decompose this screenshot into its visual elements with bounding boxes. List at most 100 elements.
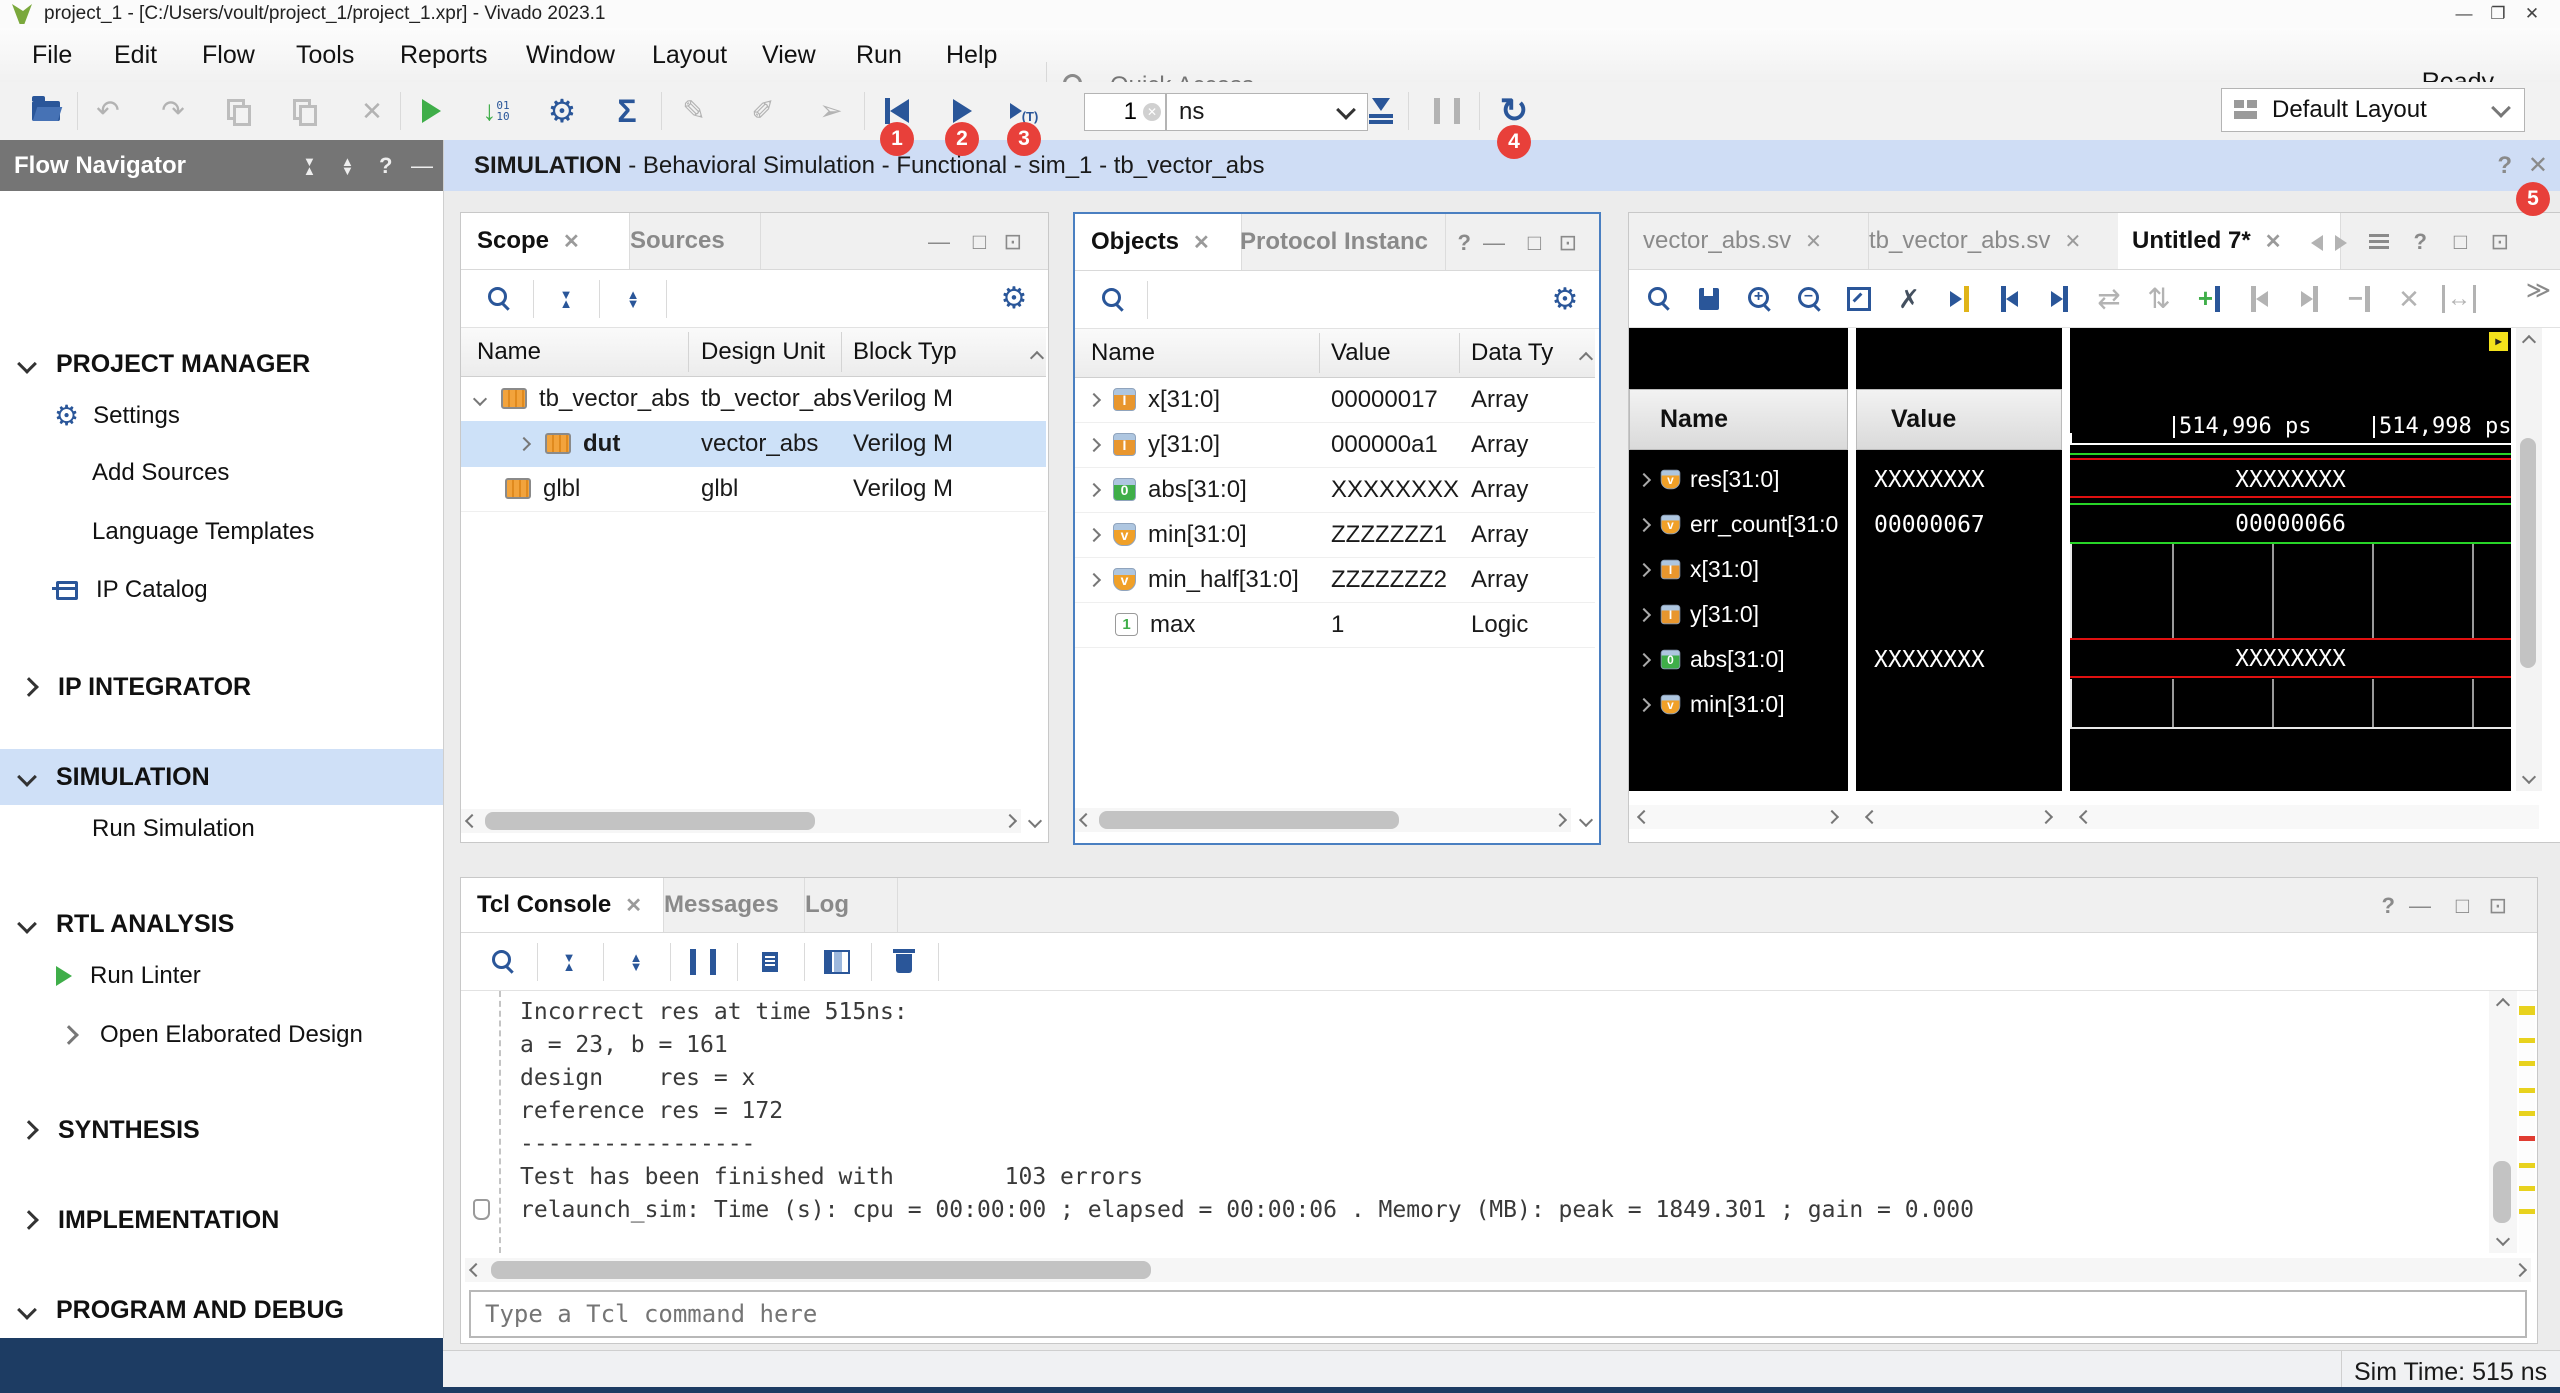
float-panel-icon[interactable]: ⊡: [1004, 229, 1022, 255]
close-icon[interactable]: ✕: [2265, 229, 2282, 254]
objects-row-abs[interactable]: 0 abs[31:0] XXXXXXXX Array: [1075, 467, 1595, 513]
scroll-right-icon[interactable]: [999, 809, 1021, 833]
wave-plot-area[interactable]: [2070, 328, 2511, 791]
open-project-icon[interactable]: [26, 82, 66, 139]
objects-hscrollbar[interactable]: [1075, 808, 1571, 832]
sidebar-section-implementation[interactable]: IMPLEMENTATION: [0, 1197, 443, 1243]
sidebar-item-open-elaborated-design[interactable]: Open Elaborated Design: [0, 1012, 443, 1058]
menu-view[interactable]: View: [752, 28, 826, 82]
zoom-in-icon[interactable]: [1739, 270, 1779, 327]
wave-signal-min[interactable]: v min[31:0]: [1629, 682, 1848, 727]
menu-help[interactable]: Help: [936, 28, 1007, 82]
chevron-right-icon[interactable]: [1087, 572, 1101, 586]
scroll-up-icon[interactable]: [1581, 343, 1591, 371]
wave-marker-flag-icon[interactable]: ▸: [2489, 332, 2508, 351]
chevron-right-icon[interactable]: [1637, 517, 1651, 531]
menu-window[interactable]: Window: [516, 28, 625, 82]
generate-bitstream-icon[interactable]: ↓ 0110: [476, 82, 516, 139]
tab-tcl-console[interactable]: Tcl Console✕: [461, 878, 664, 932]
clear-time-icon[interactable]: ✕: [1143, 103, 1161, 121]
window-restore-button[interactable]: ❐: [2481, 0, 2515, 28]
scroll-up-icon[interactable]: [2492, 993, 2514, 1017]
scope-hscrollbar[interactable]: [461, 809, 1021, 833]
sidebar-item-ip-catalog[interactable]: IP Catalog: [0, 567, 443, 613]
objects-row-min-half[interactable]: v min_half[31:0] ZZZZZZZ2 Array: [1075, 557, 1595, 603]
sidebar-section-rtl-analysis[interactable]: RTL ANALYSIS: [0, 901, 443, 947]
sidebar-item-run-simulation[interactable]: Run Simulation: [0, 806, 443, 852]
help-icon[interactable]: ?: [2382, 893, 2395, 919]
maximize-panel-icon[interactable]: □: [2456, 893, 2469, 919]
gear-icon[interactable]: ⚙: [1545, 271, 1585, 328]
zoom-out-icon[interactable]: [1789, 270, 1829, 327]
chevron-right-icon[interactable]: [1637, 607, 1651, 621]
scroll-down-icon[interactable]: [2492, 1227, 2514, 1251]
sidebar-item-settings[interactable]: ⚙ Settings: [0, 393, 443, 439]
sidebar-item-language-templates[interactable]: Language Templates: [0, 509, 443, 555]
scope-row-tb-vector-abs[interactable]: tb_vector_abs tb_vector_abs Verilog M: [461, 376, 1046, 422]
close-icon[interactable]: ✕: [625, 893, 642, 918]
scroll-down-icon[interactable]: [2518, 765, 2540, 789]
tcl-command-field[interactable]: [469, 1290, 2527, 1338]
column-data-type[interactable]: Data Ty: [1471, 329, 1553, 377]
scroll-down-icon[interactable]: [1024, 809, 1046, 833]
chevron-right-icon[interactable]: [1087, 482, 1101, 496]
chevron-right-icon[interactable]: [1637, 697, 1651, 711]
minimize-panel-icon[interactable]: —: [928, 229, 950, 255]
sidebar-section-ip-integrator[interactable]: IP INTEGRATOR: [0, 664, 443, 710]
minimize-panel-icon[interactable]: —: [1483, 230, 1505, 256]
tab-tb-vector-abs-sv[interactable]: tb_vector_abs.sv✕: [1855, 213, 2132, 269]
wave-signal-res[interactable]: v res[31:0]: [1629, 457, 1848, 502]
search-icon[interactable]: [1093, 271, 1133, 328]
help-icon[interactable]: ?: [1458, 230, 1471, 256]
tab-protocol-instances[interactable]: Protocol Instanc: [1226, 214, 1446, 270]
scroll-left-icon[interactable]: [1861, 805, 1883, 829]
tab-sources[interactable]: Sources: [614, 213, 761, 269]
collapse-all-icon[interactable]: ▼▲: [546, 270, 586, 327]
window-minimize-button[interactable]: —: [2447, 0, 2481, 28]
wave-signal-y[interactable]: I y[31:0]: [1629, 592, 1848, 637]
toggle-columns-icon[interactable]: [817, 933, 857, 990]
maximize-panel-icon[interactable]: □: [973, 229, 986, 255]
console-hscrollbar[interactable]: [465, 1258, 2531, 1282]
wave-signal-x[interactable]: I x[31:0]: [1629, 547, 1848, 592]
objects-row-y[interactable]: I y[31:0] 000000a1 Array: [1075, 422, 1595, 468]
chevron-right-icon[interactable]: [1637, 562, 1651, 576]
float-panel-icon[interactable]: ⊡: [1559, 230, 1577, 256]
tab-scroll-right-icon[interactable]: [2335, 235, 2347, 251]
objects-row-max[interactable]: 1 max 1 Logic: [1075, 602, 1595, 648]
console-vscrollbar[interactable]: [2489, 991, 2517, 1253]
scroll-up-icon[interactable]: [1032, 342, 1042, 370]
previous-transition-icon[interactable]: [1989, 270, 2029, 327]
chevron-right-icon[interactable]: [1637, 652, 1651, 666]
step-icon[interactable]: [1361, 82, 1401, 139]
delete-icon[interactable]: ✕: [352, 82, 392, 139]
scroll-right-icon[interactable]: [1821, 805, 1843, 829]
scroll-left-icon[interactable]: [1075, 808, 1097, 832]
menu-flow[interactable]: Flow: [192, 28, 265, 82]
menu-file[interactable]: File: [22, 28, 82, 82]
close-simulation-icon[interactable]: ✕: [2528, 151, 2548, 180]
maximize-panel-icon[interactable]: □: [2454, 229, 2467, 255]
scroll-right-icon[interactable]: [2035, 805, 2057, 829]
menu-layout[interactable]: Layout: [642, 28, 737, 82]
wave-signal-abs[interactable]: 0 abs[31:0]: [1629, 637, 1848, 682]
close-icon[interactable]: ✕: [563, 229, 580, 254]
collapse-all-icon[interactable]: ▼▲: [303, 157, 316, 175]
close-icon[interactable]: ✕: [1805, 229, 1822, 254]
tab-scroll-left-icon[interactable]: [2311, 235, 2323, 251]
minimize-panel-icon[interactable]: —: [2409, 893, 2431, 919]
scroll-left-icon[interactable]: [2075, 805, 2097, 829]
close-icon[interactable]: ✕: [2064, 229, 2081, 254]
wave-signal-err-count[interactable]: v err_count[31:0: [1629, 502, 1848, 547]
help-icon[interactable]: ?: [379, 153, 392, 179]
undo-icon[interactable]: ↶: [88, 82, 128, 139]
time-unit-dropdown[interactable]: ns: [1166, 93, 1368, 131]
search-icon[interactable]: [483, 933, 523, 990]
objects-row-x[interactable]: I x[31:0] 00000017 Array: [1075, 377, 1595, 423]
collapse-all-icon[interactable]: ▼▲: [549, 933, 589, 990]
help-icon[interactable]: ?: [2497, 152, 2512, 180]
chevron-right-icon[interactable]: [1087, 527, 1101, 541]
layout-selector[interactable]: Default Layout: [2221, 88, 2525, 132]
scroll-right-icon[interactable]: [2509, 1258, 2531, 1282]
tab-untitled-7[interactable]: Untitled 7*✕: [2118, 213, 2341, 269]
